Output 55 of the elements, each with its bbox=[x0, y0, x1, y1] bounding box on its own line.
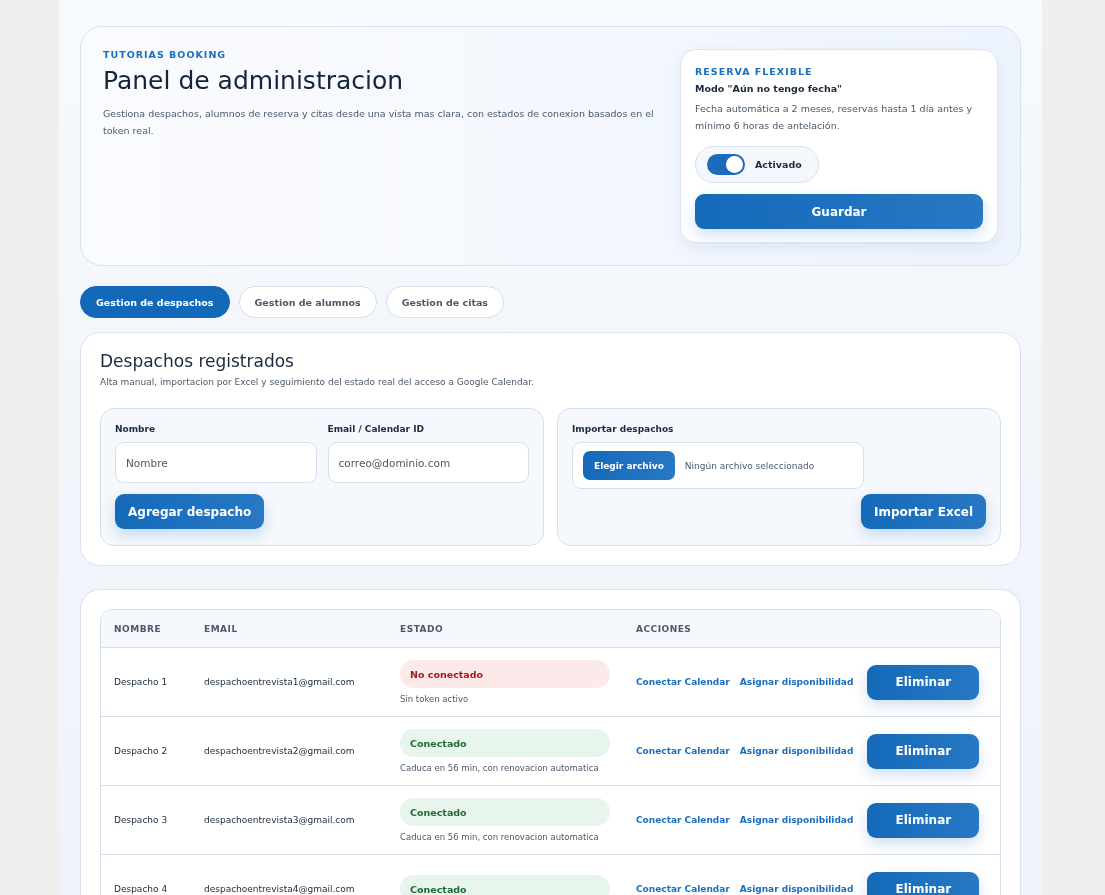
section-description: Alta manual, importacion por Excel y seguimiento del estado real del acceso a Google Calendar. bbox=[100, 377, 535, 387]
status-badge: Conectado bbox=[400, 798, 610, 826]
save-button[interactable]: Guardar bbox=[695, 194, 983, 229]
file-input[interactable]: Elegir archivo Ningún archivo seleccionado bbox=[572, 442, 864, 489]
column-header: NOMBRE bbox=[114, 623, 163, 634]
table-cell-text: Despacho 4 bbox=[114, 884, 169, 894]
delete-button[interactable]: Eliminar bbox=[867, 802, 980, 838]
status-badge: Conectado bbox=[400, 729, 610, 757]
status-note: Caduca en 56 min, con renovacion automatica bbox=[400, 763, 600, 773]
action-link[interactable]: Asignar disponibilidad bbox=[739, 746, 854, 756]
table-cell-text: despachoentrevista3@gmail.com bbox=[204, 815, 356, 825]
action-link[interactable]: Asignar disponibilidad bbox=[739, 677, 854, 687]
delete-button[interactable]: Eliminar bbox=[867, 664, 980, 700]
mode-title: Modo "Aún no tengo fecha" bbox=[695, 83, 844, 94]
status-badge: No conectado bbox=[400, 660, 610, 688]
file-status: Ningún archivo seleccionado bbox=[684, 460, 815, 471]
page-description: Gestiona despachos, alumnos de reserva y citas desde una vista mas clara, con estados de conexion basados en el token real. bbox=[103, 107, 655, 138]
field-label: Nombre bbox=[115, 424, 157, 434]
page-title: Panel de administracion bbox=[103, 66, 405, 95]
input-field[interactable]: Nombre bbox=[115, 442, 317, 483]
toggle-switch[interactable] bbox=[707, 154, 745, 175]
delete-button[interactable]: Eliminar bbox=[867, 871, 980, 895]
mode-description: Fecha automática a 2 meses, reservas hasta 1 día antes y mínimo 6 horas de antelación. bbox=[695, 102, 974, 133]
import-button[interactable]: Importar Excel bbox=[861, 494, 986, 529]
action-link[interactable]: Asignar disponibilidad bbox=[739, 884, 854, 894]
status-badge: Conectado bbox=[400, 875, 610, 895]
action-link[interactable]: Conectar Calendar bbox=[636, 677, 730, 687]
action-link[interactable]: Conectar Calendar bbox=[636, 815, 730, 825]
card-eyebrow: RESERVA FLEXIBLE bbox=[695, 66, 814, 77]
tab[interactable]: Gestion de despachos bbox=[80, 286, 230, 318]
action-link[interactable]: Conectar Calendar bbox=[636, 884, 730, 894]
input-field[interactable]: correo@dominio.com bbox=[327, 442, 529, 483]
section-title: Despachos registrados bbox=[100, 351, 295, 371]
tab[interactable]: Gestion de citas bbox=[385, 286, 504, 318]
table-cell-text: Despacho 3 bbox=[114, 815, 169, 825]
field-label: Email / Calendar ID bbox=[327, 424, 425, 434]
choose-file-button[interactable]: Elegir archivo bbox=[583, 451, 675, 480]
table-cell-text: Despacho 2 bbox=[114, 746, 169, 756]
table-cell-text: despachoentrevista2@gmail.com bbox=[204, 746, 356, 756]
action-link[interactable]: Conectar Calendar bbox=[636, 746, 730, 756]
tab[interactable]: Gestion de alumnos bbox=[238, 286, 377, 318]
delete-button[interactable]: Eliminar bbox=[867, 733, 980, 769]
table-cell-text: despachoentrevista1@gmail.com bbox=[204, 677, 356, 687]
table-cell-text: Despacho 1 bbox=[114, 677, 169, 687]
table-cell-text: despachoentrevista4@gmail.com bbox=[204, 884, 356, 894]
column-header: ESTADO bbox=[400, 623, 445, 634]
brand-label: TUTORIAS BOOKING bbox=[103, 49, 228, 60]
toggle-label: Activado bbox=[755, 159, 802, 170]
status-note: Sin token activo bbox=[400, 694, 470, 704]
add-button[interactable]: Agregar despacho bbox=[115, 494, 265, 529]
action-link[interactable]: Asignar disponibilidad bbox=[739, 815, 854, 825]
column-header: ACCIONES bbox=[636, 623, 693, 634]
status-note: Caduca en 56 min, con renovacion automatica bbox=[400, 832, 600, 842]
column-header: EMAIL bbox=[204, 623, 239, 634]
import-label: Importar despachos bbox=[572, 424, 675, 434]
